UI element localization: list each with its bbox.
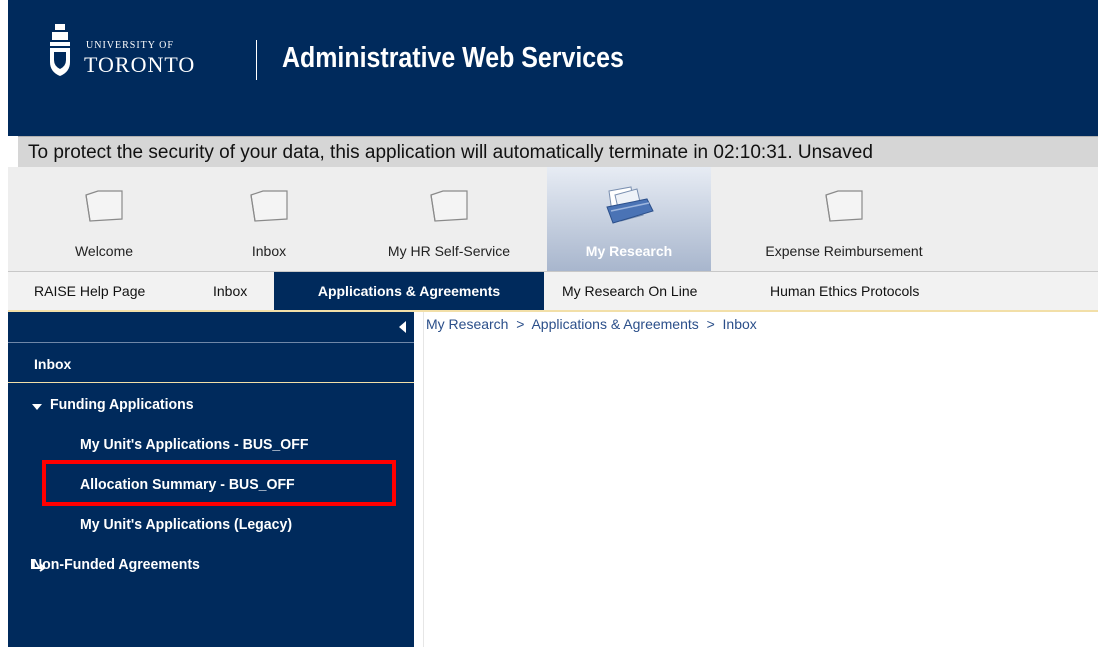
- subnav-applications-agreements[interactable]: Applications & Agreements: [274, 272, 544, 310]
- tab-my-hr-self-service[interactable]: My HR Self-Service: [354, 167, 544, 271]
- folder-icon: [250, 190, 288, 222]
- subnav-inbox[interactable]: Inbox: [213, 272, 247, 310]
- site-title: Administrative Web Services: [282, 42, 624, 74]
- folder-icon: [825, 190, 863, 222]
- sidebar-item-funding-applications[interactable]: Funding Applications: [50, 396, 194, 413]
- subnav-raise-help-page[interactable]: RAISE Help Page: [34, 272, 145, 310]
- header-divider: [256, 40, 257, 80]
- sidebar-item-my-units-applications-legacy[interactable]: My Unit's Applications (Legacy): [80, 516, 292, 533]
- tab-label: Inbox: [251, 243, 287, 259]
- documents-icon: [606, 186, 654, 224]
- tab-label: My HR Self-Service: [387, 243, 511, 259]
- session-timeout-banner: To protect the security of your data, th…: [18, 136, 1098, 168]
- main-tab-bar: Welcome Inbox My HR Self-Service My Rese…: [8, 167, 1098, 272]
- breadcrumb-my-research[interactable]: My Research: [426, 316, 508, 332]
- crest-icon: [50, 24, 70, 76]
- university-logo[interactable]: UNIVERSITY OF TORONTO: [48, 22, 248, 84]
- tab-my-research[interactable]: My Research: [547, 167, 711, 271]
- site-header: UNIVERSITY OF TORONTO Administrative Web…: [8, 0, 1098, 136]
- breadcrumb-separator: >: [516, 316, 525, 332]
- subnav-my-research-on-line[interactable]: My Research On Line: [562, 272, 697, 310]
- sidebar-header: [8, 312, 414, 343]
- sidebar-item-inbox[interactable]: Inbox: [8, 344, 414, 383]
- breadcrumb-inbox[interactable]: Inbox: [723, 316, 757, 332]
- tab-label: Expense Reimbursement: [765, 243, 923, 259]
- sub-navigation: RAISE Help Page Inbox Applications & Agr…: [8, 272, 1098, 312]
- breadcrumb-applications-agreements[interactable]: Applications & Agreements: [531, 316, 698, 332]
- university-top-text: UNIVERSITY OF: [86, 40, 174, 51]
- tab-label: My Research: [585, 243, 673, 259]
- content-divider: [423, 312, 424, 647]
- subnav-human-ethics-protocols[interactable]: Human Ethics Protocols: [770, 272, 919, 310]
- tab-welcome[interactable]: Welcome: [24, 167, 184, 271]
- sidebar-item-non-funded-agreements[interactable]: Non-Funded Agreements: [32, 556, 200, 573]
- folder-icon: [85, 190, 123, 222]
- tab-inbox[interactable]: Inbox: [194, 167, 344, 271]
- tab-expense-reimbursement[interactable]: Expense Reimbursement: [724, 167, 964, 271]
- sidebar-item-my-units-applications[interactable]: My Unit's Applications - BUS_OFF: [80, 436, 308, 453]
- highlight-annotation-box: [42, 460, 396, 506]
- caret-down-icon[interactable]: [32, 404, 42, 410]
- sidebar-item-label: Inbox: [34, 356, 72, 372]
- breadcrumb: My Research > Applications & Agreements …: [426, 316, 757, 332]
- left-gutter: [0, 0, 8, 647]
- folder-icon: [430, 190, 468, 222]
- collapse-sidebar-icon[interactable]: [399, 321, 406, 333]
- tab-label: Welcome: [74, 243, 134, 259]
- session-timeout-text: To protect the security of your data, th…: [28, 142, 873, 163]
- breadcrumb-separator: >: [706, 316, 715, 332]
- university-name: TORONTO: [84, 52, 196, 77]
